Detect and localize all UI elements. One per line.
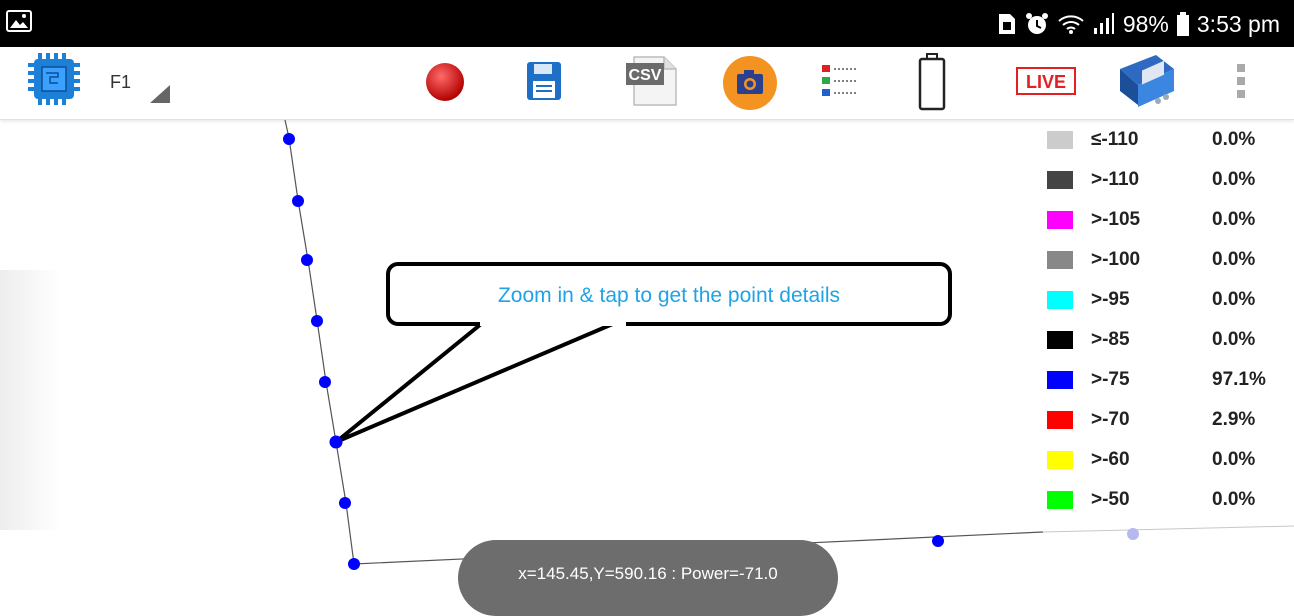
- legend-item: >-110 0.0%: [1044, 164, 1294, 204]
- legend-item: >-95 0.0%: [1044, 284, 1294, 324]
- live-icon[interactable]: LIVE: [1016, 67, 1076, 95]
- toast-text: x=145.45,Y=590.16 : Power=-71.0: [518, 564, 778, 583]
- record-icon[interactable]: [424, 61, 466, 103]
- legend-item: >-70 2.9%: [1044, 404, 1294, 444]
- legend-item: >-60 0.0%: [1044, 444, 1294, 484]
- legend-item: >-50 0.0%: [1044, 484, 1294, 524]
- measurement-point: [311, 315, 323, 327]
- legend-list-icon[interactable]: [820, 63, 860, 99]
- legend-swatch: [1047, 251, 1073, 269]
- measurement-point: [283, 133, 295, 145]
- legend-swatch: [1047, 451, 1073, 469]
- callout-tail: [334, 318, 623, 444]
- profile-label[interactable]: F1: [110, 72, 131, 93]
- measurement-point: [329, 435, 343, 449]
- measurement-point: [292, 195, 304, 207]
- callout-hint-text: Zoom in & tap to get the point details: [497, 284, 841, 307]
- dropdown-triangle-icon[interactable]: [150, 85, 170, 103]
- legend-swatch: [1047, 131, 1073, 149]
- measurement-point: [339, 497, 351, 509]
- legend-swatch: [1047, 411, 1073, 429]
- image-icon: [6, 10, 32, 37]
- measurement-point: [932, 535, 944, 547]
- legend-swatch: [1047, 291, 1073, 309]
- legend-swatch: [1047, 491, 1073, 509]
- chip-icon[interactable]: [28, 53, 80, 105]
- clock: 3:53 pm: [1196, 10, 1280, 37]
- legend-label: >-105: [1091, 209, 1141, 230]
- legend-item: >-105 0.0%: [1044, 204, 1294, 244]
- legend-percent: 0.0%: [1212, 249, 1256, 270]
- measurement-point: [348, 558, 360, 570]
- scanner-device-icon[interactable]: [1114, 51, 1180, 113]
- legend-swatch: [1047, 371, 1073, 389]
- sim-icon: [997, 12, 1017, 36]
- legend-label: >-75: [1091, 369, 1130, 390]
- legend-label: >-110: [1091, 169, 1140, 190]
- csv-label: CSV: [629, 67, 662, 84]
- legend-percent: 97.1%: [1212, 369, 1266, 390]
- battery-outline-icon: [918, 53, 946, 111]
- measurement-point: [1127, 528, 1139, 540]
- camera-icon[interactable]: [722, 55, 778, 111]
- legend-percent: 0.0%: [1212, 169, 1256, 190]
- legend-item: ≤-110 0.0%: [1044, 124, 1294, 164]
- legend-label: >-50: [1091, 489, 1130, 510]
- signal-icon: [1093, 13, 1115, 35]
- legend-label: >-85: [1091, 329, 1130, 350]
- app-toolbar: F1 CSV LIVE: [0, 47, 1294, 120]
- legend-label: ≤-110: [1091, 129, 1139, 150]
- overflow-menu-icon[interactable]: [1236, 63, 1246, 99]
- save-icon[interactable]: [526, 61, 562, 101]
- legend-label: >-100: [1091, 249, 1141, 270]
- legend-percent: 2.9%: [1212, 409, 1256, 430]
- battery-icon: [1176, 12, 1189, 36]
- measurement-points: [283, 133, 1139, 570]
- legend-percent: 0.0%: [1212, 329, 1256, 350]
- legend-swatch: [1047, 211, 1073, 229]
- live-label: LIVE: [1026, 72, 1066, 92]
- legend-swatch: [1047, 331, 1073, 349]
- legend-swatch: [1047, 171, 1073, 189]
- legend-label: >-95: [1091, 289, 1130, 310]
- legend-item: >-100 0.0%: [1044, 244, 1294, 284]
- legend-label: >-60: [1091, 449, 1130, 470]
- status-bar: 98% 3:53 pm: [0, 0, 1294, 47]
- battery-percent: 98%: [1122, 10, 1169, 37]
- power-legend: ≤-110 0.0% >-110 0.0% >-105 0.0% >-100 0…: [1044, 124, 1294, 524]
- csv-icon[interactable]: CSV: [624, 55, 680, 107]
- measurement-point: [301, 254, 313, 266]
- legend-percent: 0.0%: [1212, 449, 1256, 470]
- alarm-icon: [1025, 12, 1049, 36]
- point-details-toast: x=145.45,Y=590.16 : Power=-71.0: [458, 540, 838, 616]
- status-icons: 98% 3:53 pm: [997, 8, 1280, 40]
- route-line-faint: [1042, 525, 1294, 533]
- legend-percent: 0.0%: [1212, 489, 1256, 510]
- legend-item: >-75 97.1%: [1044, 364, 1294, 404]
- measurement-point: [319, 376, 331, 388]
- legend-label: >-70: [1091, 409, 1130, 430]
- legend-percent: 0.0%: [1212, 129, 1256, 150]
- legend-percent: 0.0%: [1212, 209, 1256, 230]
- route-line: [284, 120, 1044, 565]
- legend-percent: 0.0%: [1212, 289, 1256, 310]
- wifi-icon: [1057, 13, 1085, 35]
- legend-item: >-85 0.0%: [1044, 324, 1294, 364]
